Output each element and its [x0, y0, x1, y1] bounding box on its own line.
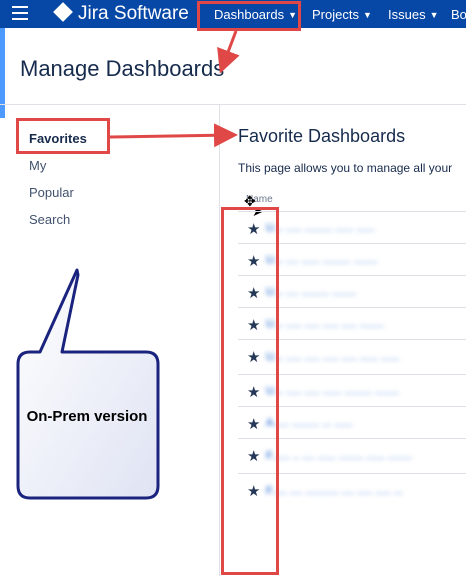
- callout-shape: [16, 268, 160, 500]
- callout-text: On-Prem version: [26, 408, 148, 425]
